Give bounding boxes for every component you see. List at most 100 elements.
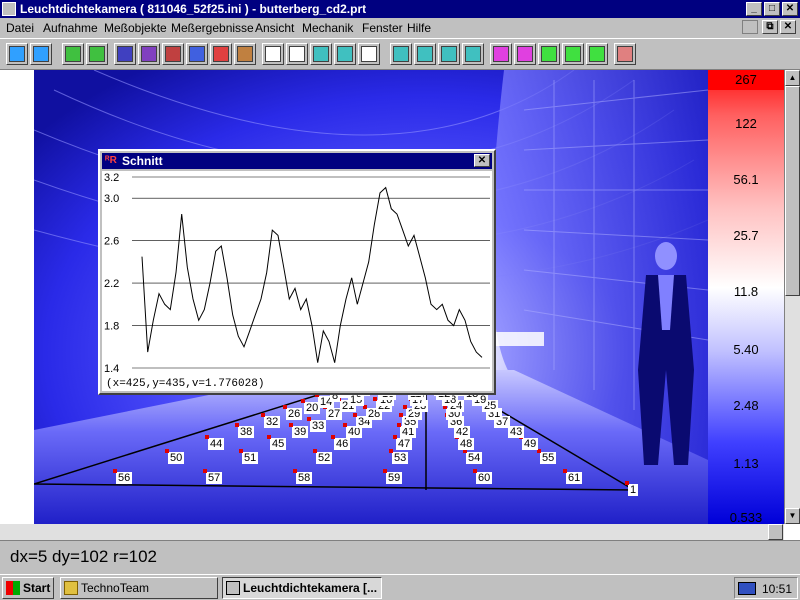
measurement-marker[interactable]: 39 <box>288 423 309 438</box>
maximize-button[interactable]: □ <box>764 2 780 16</box>
photo-icon-glyph <box>237 46 253 62</box>
palette-rainbow-icon[interactable] <box>138 43 160 65</box>
measurement-marker[interactable]: 59 <box>382 469 403 484</box>
measurement-marker[interactable]: 53 <box>388 449 409 464</box>
scale-label: 11.8 <box>733 284 759 299</box>
measurement-marker[interactable]: 57 <box>202 469 223 484</box>
vertical-scrollbar[interactable]: ▲ ▼ <box>784 70 800 524</box>
area-object-icon[interactable] <box>586 43 608 65</box>
palette-hot-icon-glyph <box>165 46 181 62</box>
task-technoteam-label: TechnoTeam <box>81 581 150 595</box>
measurement-marker[interactable]: 44 <box>204 435 225 450</box>
menu-fenster[interactable]: Fenster <box>362 21 403 35</box>
schnitt-window[interactable]: ᴿR Schnitt ✕ 3.2 3.0 2.6 2.2 1.8 1.4 (x=425,y… <box>98 149 496 395</box>
close-button[interactable]: ✕ <box>782 2 798 16</box>
measurement-marker[interactable]: 48 <box>454 435 475 450</box>
rect-object-icon-glyph <box>393 46 409 62</box>
measurement-marker[interactable]: 54 <box>462 449 483 464</box>
horizontal-scrollbar[interactable] <box>0 524 784 540</box>
polygon-object-icon[interactable] <box>462 43 484 65</box>
document-restore-button[interactable]: ⧉ <box>762 20 778 34</box>
measure-object-icon-glyph <box>565 46 581 62</box>
measurement-marker[interactable]: 49 <box>518 435 539 450</box>
menu-mechanik[interactable]: Mechanik <box>302 21 353 35</box>
scale-label: 122 <box>735 116 757 131</box>
scale-label: 56.1 <box>733 172 759 187</box>
delete-object-icon-glyph <box>617 46 633 62</box>
task-leuchtdichtekamera[interactable]: Leuchtdichtekamera [... <box>222 577 382 599</box>
area-object-icon-glyph <box>589 46 605 62</box>
grid-tool-icon[interactable] <box>310 43 332 65</box>
menu-hilfe[interactable]: Hilfe <box>407 21 431 35</box>
palette-hot-icon[interactable] <box>162 43 184 65</box>
y-tick-label: 1.8 <box>104 321 119 333</box>
measurement-marker[interactable]: 61 <box>562 469 583 484</box>
palette-gray-icon[interactable] <box>114 43 136 65</box>
line-object-icon[interactable] <box>414 43 436 65</box>
polygon-object-icon-glyph <box>465 46 481 62</box>
window-title: Leuchtdichtekamera ( 811046_52f25.ini ) … <box>20 2 367 16</box>
measurement-marker[interactable]: 47 <box>392 435 413 450</box>
minimize-button[interactable]: _ <box>746 2 762 16</box>
measurement-marker[interactable]: 56 <box>112 469 133 484</box>
network-icon[interactable] <box>738 582 756 595</box>
circle-object-icon[interactable] <box>438 43 460 65</box>
copy-object-icon-glyph <box>493 46 509 62</box>
title-bar: Leuchtdichtekamera ( 811046_52f25.ini ) … <box>0 0 800 18</box>
menu-messergebnisse[interactable]: Meßergebnisse <box>171 21 254 35</box>
measure-object-icon[interactable] <box>562 43 584 65</box>
schnitt-close-button[interactable]: ✕ <box>474 154 490 167</box>
measurement-marker[interactable]: 43 <box>504 423 525 438</box>
measurement-marker[interactable]: 33 <box>306 417 327 432</box>
measurement-marker[interactable]: 51 <box>238 449 259 464</box>
document-icon[interactable] <box>742 20 758 34</box>
schnitt-titlebar[interactable]: ᴿR Schnitt ✕ <box>102 153 492 169</box>
task-leuchtdichtekamera-label: Leuchtdichtekamera [... <box>243 581 378 595</box>
move-object-icon[interactable] <box>514 43 536 65</box>
delete-object-icon[interactable] <box>614 43 636 65</box>
circle-cross-icon[interactable] <box>334 43 356 65</box>
measurement-marker[interactable]: 58 <box>292 469 313 484</box>
help-cursor-icon[interactable] <box>358 43 380 65</box>
app-icon[interactable] <box>2 2 16 16</box>
circle-object-icon-glyph <box>441 46 457 62</box>
palette-iso-icon-glyph <box>189 46 205 62</box>
document-close-button[interactable]: ✕ <box>780 20 796 34</box>
measurement-marker[interactable]: 45 <box>266 435 287 450</box>
copy-object-icon[interactable] <box>490 43 512 65</box>
measurement-marker[interactable]: 38 <box>234 423 255 438</box>
zoom-select-icon[interactable] <box>30 43 52 65</box>
measurement-marker[interactable]: 50 <box>164 449 185 464</box>
windows-logo-icon <box>6 581 20 595</box>
measurement-marker[interactable]: 60 <box>472 469 493 484</box>
scroll-thumb[interactable] <box>785 86 800 296</box>
pointer-icon[interactable] <box>262 43 284 65</box>
measurement-marker[interactable]: 32 <box>260 413 281 428</box>
menu-ansicht[interactable]: Ansicht <box>255 21 294 35</box>
measurement-marker[interactable]: 52 <box>312 449 333 464</box>
target-icon-glyph <box>213 46 229 62</box>
linear-scale-icon[interactable] <box>62 43 84 65</box>
measurement-marker[interactable]: 55 <box>536 449 557 464</box>
taskbar: Start TechnoTeam Leuchtdichtekamera [...… <box>0 574 800 600</box>
palette-iso-icon[interactable] <box>186 43 208 65</box>
rect-object-icon[interactable] <box>390 43 412 65</box>
measurement-marker[interactable]: 46 <box>330 435 351 450</box>
zoom-fit-icon[interactable] <box>6 43 28 65</box>
menu-messobjekte[interactable]: Meßobjekte <box>104 21 167 35</box>
measurement-marker[interactable]: 1 <box>624 481 639 496</box>
menu-aufnahme[interactable]: Aufnahme <box>43 21 98 35</box>
line-tool-icon[interactable] <box>286 43 308 65</box>
edit-object-icon[interactable] <box>538 43 560 65</box>
log-scale-icon[interactable] <box>86 43 108 65</box>
measurement-marker[interactable]: 26 <box>282 405 303 420</box>
scroll-up-icon[interactable]: ▲ <box>785 70 800 86</box>
start-button[interactable]: Start <box>2 577 54 599</box>
menu-bar: Datei Aufnahme Meßobjekte Meßergebnisse … <box>0 18 800 38</box>
menu-datei[interactable]: Datei <box>6 21 34 35</box>
task-technoteam[interactable]: TechnoTeam <box>60 577 218 599</box>
scroll-down-icon[interactable]: ▼ <box>785 508 800 524</box>
photo-icon[interactable] <box>234 43 256 65</box>
status-bar: dx=5 dy=102 r=102 <box>0 540 800 574</box>
target-icon[interactable] <box>210 43 232 65</box>
